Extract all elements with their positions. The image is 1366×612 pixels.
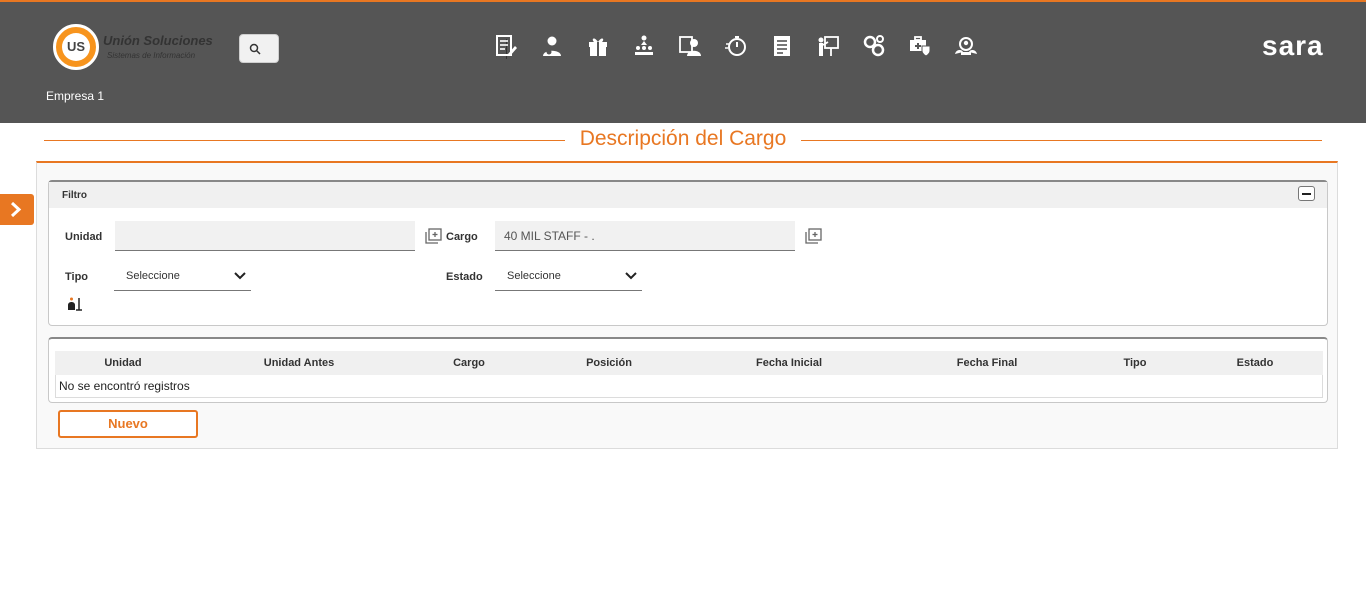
cargo-input[interactable]: 40 MIL STAFF - . [495, 221, 795, 251]
chevron-down-icon [234, 272, 246, 280]
search-icon [249, 43, 261, 55]
health-shield-icon[interactable] [904, 30, 936, 62]
results-grid: Unidad Unidad Antes Cargo Posición Fecha… [48, 337, 1328, 403]
cargo-label: Cargo [446, 231, 478, 243]
title-divider-left [44, 140, 565, 141]
clear-filter-icon[interactable] [67, 296, 83, 312]
main-panel: Filtro Unidad Cargo 40 MIL STAFF - . Tip… [36, 161, 1338, 449]
empty-message: No se encontró registros [59, 379, 190, 393]
grid-header: Unidad Unidad Antes Cargo Posición Fecha… [55, 351, 1323, 375]
title-divider-right [801, 140, 1322, 141]
user-settings-icon[interactable] [536, 30, 568, 62]
page-title-row: Descripción del Cargo [44, 127, 1322, 155]
union-soluciones-logo[interactable]: US Unión Soluciones Sistemas de Informac… [53, 24, 228, 70]
filter-panel: Filtro Unidad Cargo 40 MIL STAFF - . Tip… [48, 180, 1328, 326]
nuevo-button[interactable]: Nuevo [58, 410, 198, 438]
column-header[interactable]: Fecha Inicial [687, 357, 891, 369]
column-header[interactable]: Unidad [55, 357, 191, 369]
module-nav [490, 30, 982, 62]
cargo-lookup-icon[interactable] [805, 228, 822, 244]
gift-icon[interactable] [582, 30, 614, 62]
top-navbar: US Unión Soluciones Sistemas de Informac… [0, 0, 1366, 123]
user-id-icon[interactable] [674, 30, 706, 62]
gears-icon[interactable] [858, 30, 890, 62]
logo-name: Unión Soluciones [103, 33, 213, 48]
unidad-input[interactable] [115, 221, 415, 251]
unidad-label: Unidad [65, 231, 103, 243]
search-button[interactable] [239, 34, 507, 63]
tipo-label: Tipo [65, 271, 89, 283]
filter-header: Filtro [49, 182, 1327, 208]
logo-mark: US [62, 33, 90, 61]
column-header[interactable]: Cargo [407, 357, 531, 369]
chevron-right-icon [10, 202, 22, 217]
column-header[interactable]: Posición [531, 357, 687, 369]
logo-badge: US [53, 24, 99, 70]
estado-select[interactable]: Seleccione [495, 261, 642, 291]
collapse-filter-button[interactable] [1298, 186, 1315, 201]
column-header[interactable]: Unidad Antes [191, 357, 407, 369]
column-header[interactable]: Estado [1187, 357, 1323, 369]
group-search-icon[interactable] [950, 30, 982, 62]
tipo-select[interactable]: Seleccione [114, 261, 251, 291]
estado-label: Estado [446, 271, 483, 283]
filter-title: Filtro [62, 190, 87, 201]
stopwatch-icon[interactable] [720, 30, 752, 62]
logo-tagline: Sistemas de Información [107, 51, 196, 60]
column-header[interactable]: Tipo [1083, 357, 1187, 369]
unidad-lookup-icon[interactable] [425, 228, 442, 244]
tipo-select-value: Seleccione [126, 270, 180, 282]
chevron-down-icon [625, 272, 637, 280]
sidebar-toggle-button[interactable] [0, 194, 34, 225]
company-name: Empresa 1 [46, 89, 105, 103]
report-icon[interactable] [766, 30, 798, 62]
estado-select-value: Seleccione [507, 270, 561, 282]
document-edit-icon[interactable] [490, 30, 522, 62]
column-header[interactable]: Fecha Final [891, 357, 1083, 369]
org-chart-icon[interactable] [628, 30, 660, 62]
page-title: Descripción del Cargo [579, 127, 787, 150]
training-icon[interactable] [812, 30, 844, 62]
grid-body: No se encontró registros [55, 375, 1323, 398]
sara-logo[interactable]: sara [1262, 30, 1324, 62]
